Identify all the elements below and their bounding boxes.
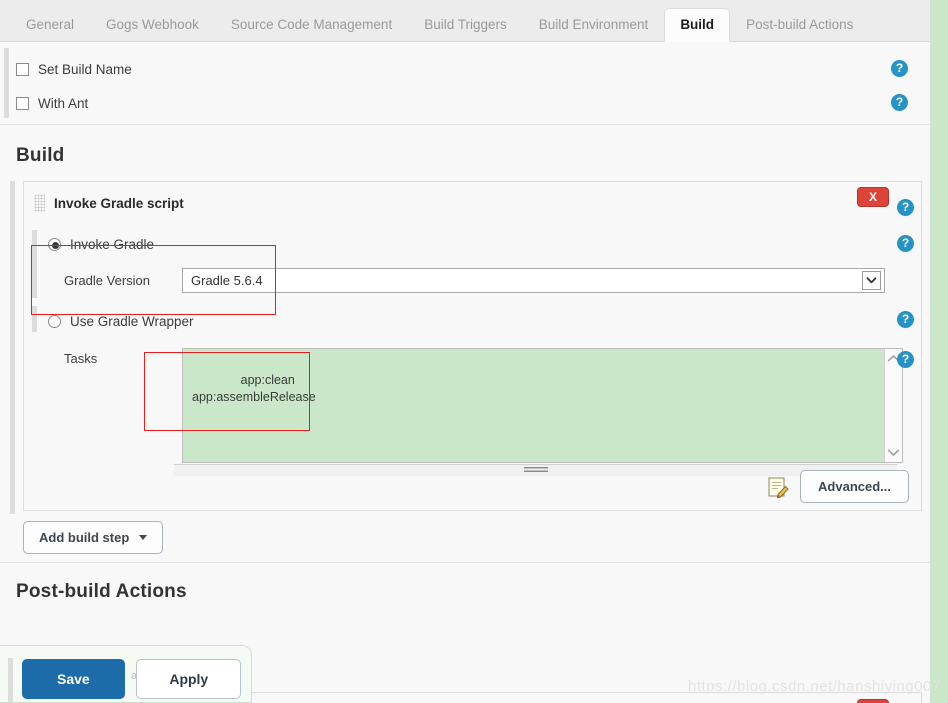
float-bar-guide-bar: [8, 658, 13, 702]
drag-handle-icon[interactable]: [34, 194, 45, 212]
checkbox-set-build-name[interactable]: [16, 62, 29, 76]
scroll-down-icon: [887, 449, 900, 456]
page-body: General Gogs Webhook Source Code Managem…: [0, 0, 940, 703]
build-environment-section: Set Build Name ? With Ant ?: [0, 42, 930, 125]
tab-post-build-actions[interactable]: Post-build Actions: [730, 8, 869, 42]
row-invoke-gradle: Invoke Gradle ?: [24, 230, 921, 258]
textarea-tasks[interactable]: app:clean app:assembleRelease: [182, 348, 903, 463]
apply-button[interactable]: Apply: [136, 659, 242, 699]
label-with-ant[interactable]: With Ant: [38, 96, 88, 111]
add-build-step-button[interactable]: Add build step: [23, 521, 163, 554]
tab-build[interactable]: Build: [664, 7, 731, 42]
tab-source-code-management[interactable]: Source Code Management: [215, 8, 408, 42]
config-tab-bar: General Gogs Webhook Source Code Managem…: [0, 0, 930, 42]
page-watermark: https://blog.csdn.net/hanshiying007: [688, 678, 941, 695]
post-build-actions-heading: Post-build Actions: [16, 581, 187, 602]
tab-general[interactable]: General: [10, 8, 90, 42]
caret-down-icon: [138, 535, 147, 540]
textarea-resize-grip[interactable]: [523, 467, 548, 474]
row-tasks: Tasks app:clean app:assembleRelease ?: [24, 348, 921, 463]
build-step-panel-invoke-gradle: Invoke Gradle script X ? Invoke Gradle ?: [23, 181, 922, 511]
jenkins-job-config-page: General Gogs Webhook Source Code Managem…: [0, 0, 948, 703]
select-gradle-version-value: Gradle 5.6.4: [191, 273, 263, 288]
build-step-header: Invoke Gradle script X ?: [24, 182, 921, 224]
row-set-build-name: Set Build Name ?: [0, 52, 930, 86]
tab-build-environment[interactable]: Build Environment: [523, 8, 665, 42]
checkbox-with-ant[interactable]: [16, 96, 29, 110]
chevron-down-icon[interactable]: [862, 271, 881, 290]
label-invoke-gradle[interactable]: Invoke Gradle: [70, 237, 154, 252]
build-area-guide-bar: [10, 181, 15, 514]
select-gradle-version[interactable]: Gradle 5.6.4: [182, 268, 885, 293]
remove-build-step-button[interactable]: X: [857, 187, 889, 207]
help-icon-invoke-gradle[interactable]: ?: [897, 235, 914, 252]
tab-gogs-webhook[interactable]: Gogs Webhook: [90, 8, 215, 42]
save-button[interactable]: Save: [22, 659, 125, 699]
build-step-title: Invoke Gradle script: [54, 195, 184, 211]
help-icon-set-build-name[interactable]: ?: [891, 60, 908, 77]
tab-build-triggers[interactable]: Build Triggers: [408, 8, 523, 42]
label-tasks: Tasks: [64, 351, 98, 366]
build-steps-area: Invoke Gradle script X ? Invoke Gradle ?: [0, 181, 930, 563]
config-content: Set Build Name ? With Ant ? Build Invoke…: [0, 42, 930, 703]
remove-post-build-step-button[interactable]: X: [857, 699, 889, 703]
radio-invoke-gradle[interactable]: [48, 237, 61, 251]
help-icon-with-ant[interactable]: ?: [891, 94, 908, 111]
row-gradle-version: Gradle Version Gradle 5.6.4: [24, 268, 921, 293]
advanced-button[interactable]: Advanced...: [800, 470, 909, 503]
edit-notepad-icon[interactable]: [766, 475, 790, 499]
radio-use-gradle-wrapper[interactable]: [48, 314, 61, 328]
right-edge-stripe: [930, 0, 948, 703]
help-icon-build-step[interactable]: ?: [897, 199, 914, 216]
ghost-text: a: [131, 670, 138, 682]
row-with-ant: With Ant ?: [0, 86, 930, 120]
add-build-step-label: Add build step: [39, 530, 130, 545]
textarea-tasks-value: app:clean app:assembleRelease: [192, 373, 316, 404]
help-icon-tasks[interactable]: ?: [897, 351, 914, 368]
help-icon-use-gradle-wrapper[interactable]: ?: [897, 311, 914, 328]
row-use-gradle-wrapper: Use Gradle Wrapper ?: [24, 307, 921, 335]
label-gradle-version: Gradle Version: [64, 273, 150, 288]
label-set-build-name[interactable]: Set Build Name: [38, 62, 132, 77]
label-use-gradle-wrapper[interactable]: Use Gradle Wrapper: [70, 314, 194, 329]
save-apply-floating-bar: a Save Apply: [0, 645, 252, 703]
advanced-settings-row: Advanced...: [766, 470, 909, 503]
build-section-heading: Build: [16, 145, 65, 166]
